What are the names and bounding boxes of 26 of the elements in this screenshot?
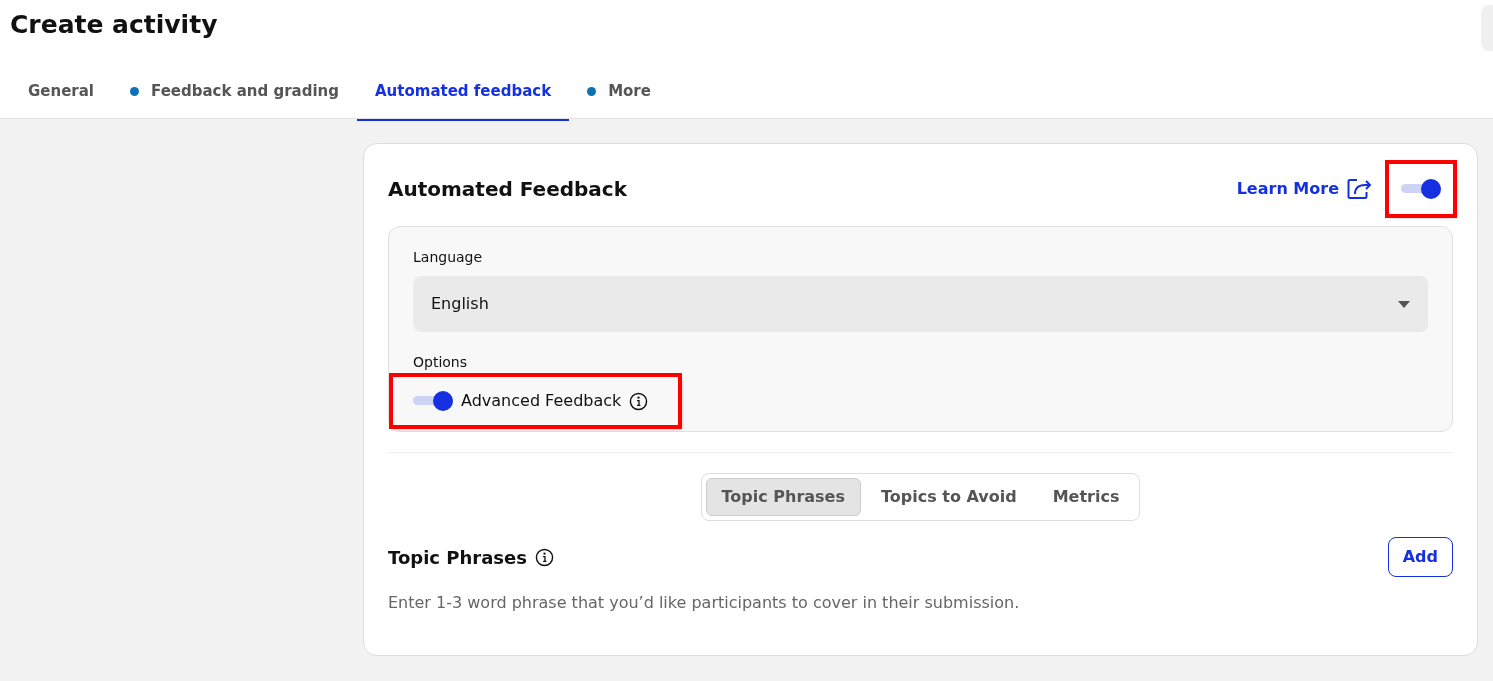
tab[interactable]: Feedback and grading — [112, 66, 357, 121]
page-title: Create activity — [9, 9, 219, 40]
toggle-switch[interactable] — [413, 390, 453, 412]
section-title: Topic Phrases — [388, 545, 527, 570]
tab[interactable]: More — [569, 66, 669, 121]
learn-more-link[interactable]: Learn More — [1236, 177, 1373, 201]
language-select[interactable]: English — [413, 276, 1428, 332]
field-label: Language — [413, 248, 484, 267]
segment-tab[interactable]: Topic Phrases — [705, 478, 861, 516]
status-dot — [130, 86, 139, 96]
hint-text: Enter 1-3 word phrase that you’d like participants to cover in their submission. — [388, 592, 1021, 614]
option-label: Advanced Feedback — [461, 390, 622, 412]
tab[interactable]: Automated feedback — [357, 66, 570, 121]
field-label: Options — [413, 353, 469, 372]
tab[interactable]: General — [10, 66, 112, 121]
info-icon[interactable] — [629, 391, 649, 411]
toggle-switch[interactable] — [1401, 178, 1441, 200]
external-link-icon — [1347, 178, 1373, 200]
status-dot — [587, 86, 597, 96]
dropdown-caret-icon — [1398, 300, 1410, 308]
segment-tab[interactable]: Topics to Avoid — [865, 478, 1033, 516]
segment-tab[interactable]: Metrics — [1036, 478, 1136, 516]
info-icon[interactable] — [534, 548, 554, 567]
card-title: Automated Feedback — [388, 177, 628, 201]
add-button[interactable]: Add — [1387, 537, 1453, 577]
select-value: English — [431, 293, 489, 315]
